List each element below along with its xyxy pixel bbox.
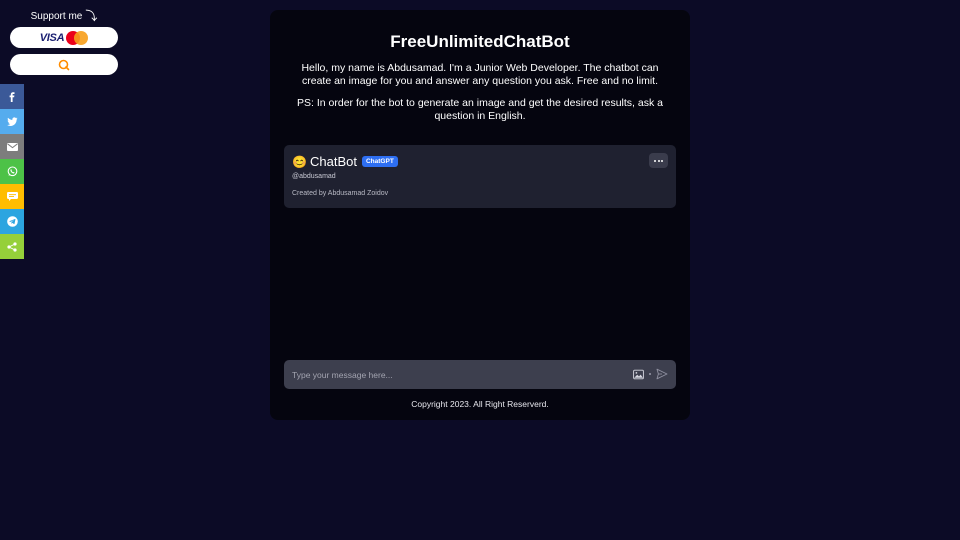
bot-handle: @abdusamad [292, 173, 336, 180]
image-upload-icon[interactable] [633, 369, 644, 380]
chatgpt-badge: ChatGPT [361, 156, 398, 167]
page-title: FreeUnlimitedChatBot [390, 32, 570, 51]
qiwi-payment-button[interactable] [10, 54, 118, 75]
share-bar [0, 84, 24, 259]
share-sms-button[interactable] [0, 184, 24, 209]
bot-header: 😊 ChatBot ChatGPT [292, 154, 398, 169]
whatsapp-icon [7, 166, 17, 177]
message-composer [284, 360, 676, 389]
mastercard-icon [66, 30, 89, 45]
qiwi-icon [58, 59, 70, 70]
more-options-button[interactable] [649, 153, 668, 168]
intro-text: Hello, my name is Abdusamad. I'm a Junio… [301, 62, 659, 87]
arrow-down-icon: ⤵ [85, 9, 98, 23]
facebook-icon [9, 91, 15, 102]
ps-text: PS: In order for the bot to generate an … [297, 97, 663, 122]
bot-info-card: 😊 ChatBot ChatGPT @abdusamad Created by … [284, 145, 676, 208]
support-label-row: Support me ⤵ [10, 8, 118, 24]
email-icon [6, 142, 18, 151]
chat-container: FreeUnlimitedChatBot Hello, my name is A… [270, 10, 690, 420]
twitter-icon [6, 116, 17, 126]
sms-icon [6, 192, 18, 201]
share-icon [7, 241, 17, 252]
share-telegram-button[interactable] [0, 209, 24, 234]
share-email-button[interactable] [0, 134, 24, 159]
support-label: Support me [30, 10, 83, 22]
card-payment-button[interactable]: VISA [10, 27, 118, 48]
send-icon[interactable] [656, 368, 668, 380]
smile-emoji-icon: 😊 [292, 154, 307, 169]
ellipsis-icon [654, 159, 657, 162]
message-input[interactable] [292, 366, 622, 383]
separator-dot [649, 373, 651, 375]
share-facebook-button[interactable] [0, 84, 24, 109]
copyright-text: Copyright 2023. All Right Reserverd. [411, 399, 549, 409]
visa-logo: VISA [39, 31, 65, 44]
bot-creator: Created by Abdusamad Zoidov [292, 190, 389, 197]
share-whatsapp-button[interactable] [0, 159, 24, 184]
share-twitter-button[interactable] [0, 109, 24, 134]
share-more-button[interactable] [0, 234, 24, 259]
telegram-icon [6, 216, 18, 227]
support-widget: Support me ⤵ VISA [10, 8, 118, 75]
bot-name: ChatBot [310, 154, 357, 169]
